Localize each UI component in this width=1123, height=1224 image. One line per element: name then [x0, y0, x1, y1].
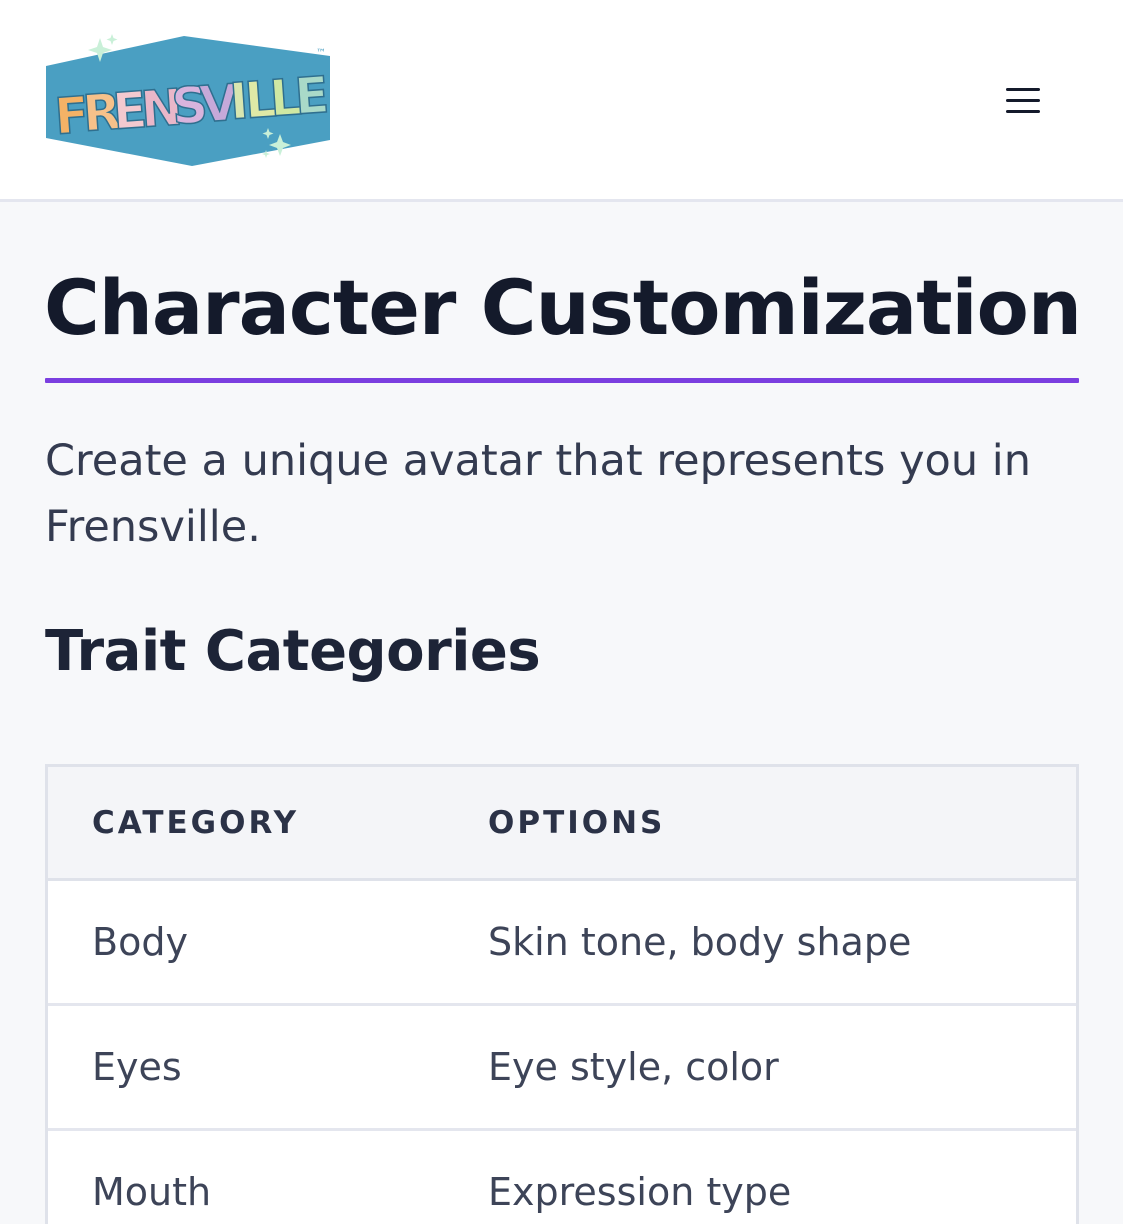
site-header: F R E N S V I L L E ™: [0, 0, 1123, 202]
table-row: Eyes Eye style, color: [48, 1006, 1076, 1131]
cell-options: Expression type: [488, 1170, 792, 1214]
column-header-options: OPTIONS: [488, 804, 666, 841]
title-underline: [45, 378, 1079, 383]
trait-categories-table: CATEGORY OPTIONS Body Skin tone, body sh…: [45, 764, 1079, 1224]
frensville-logo-image: F R E N S V I L L E ™: [46, 34, 332, 166]
section-title-trait-categories: Trait Categories: [45, 619, 541, 684]
table-header-row: CATEGORY OPTIONS: [48, 767, 1076, 881]
intro-paragraph: Create a unique avatar that represents y…: [45, 436, 1031, 552]
hamburger-menu-button[interactable]: [994, 76, 1052, 124]
cell-options: Eye style, color: [488, 1045, 779, 1089]
hamburger-menu-icon-line: [1006, 87, 1040, 91]
hamburger-menu-icon-line: [1006, 98, 1040, 102]
frensville-logo[interactable]: F R E N S V I L L E ™: [42, 30, 334, 170]
column-header-category: CATEGORY: [92, 804, 300, 841]
cell-category: Mouth: [92, 1170, 212, 1214]
hamburger-menu-icon-line: [1006, 109, 1040, 113]
cell-category: Eyes: [92, 1045, 182, 1089]
svg-text:E: E: [293, 66, 331, 126]
cell-category: Body: [92, 920, 188, 964]
page-title: Character Customization: [44, 263, 1082, 352]
table-row: Body Skin tone, body shape: [48, 881, 1076, 1006]
table-row: Mouth Expression type: [48, 1131, 1076, 1224]
cell-options: Skin tone, body shape: [488, 920, 912, 964]
svg-text:™: ™: [316, 48, 326, 59]
